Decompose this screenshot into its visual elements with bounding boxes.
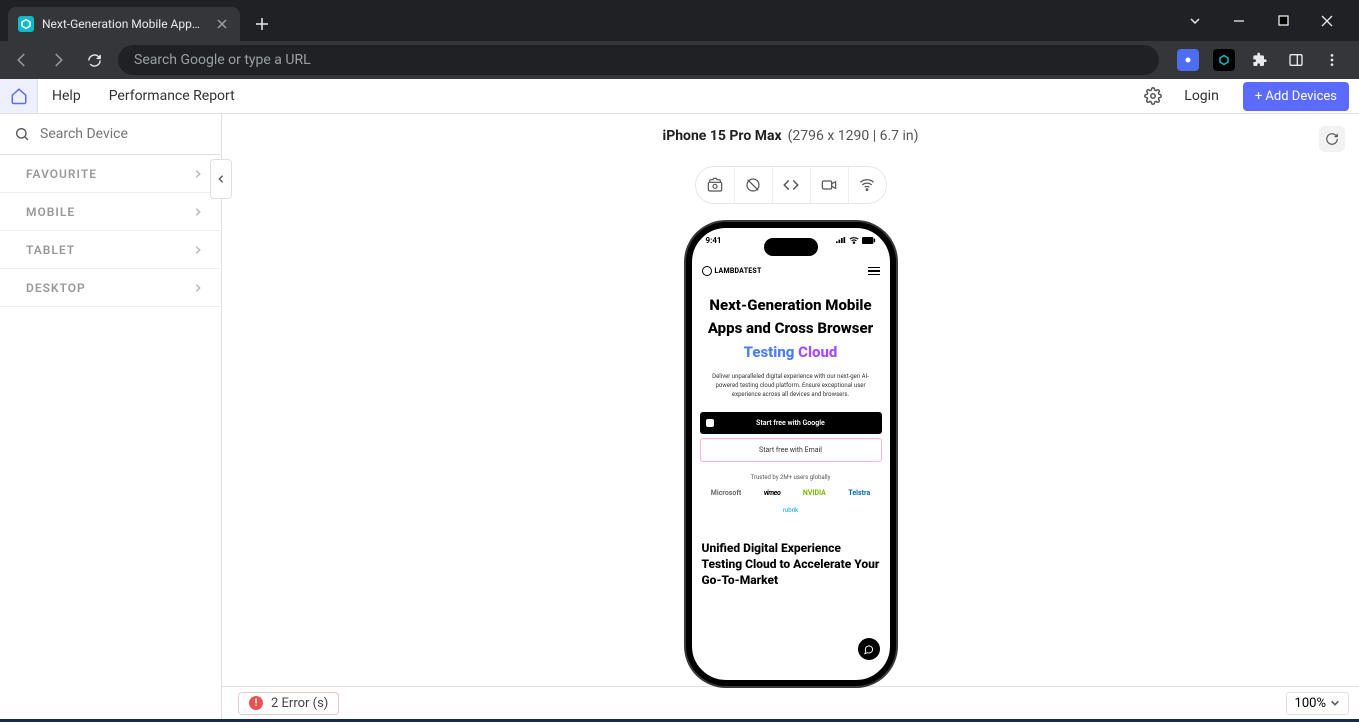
chevron-down-icon <box>1330 698 1340 708</box>
tab-close-icon[interactable] <box>214 16 230 32</box>
sidebar: FAVOURITE MOBILE TABLET DESKTOP <box>0 114 222 719</box>
chevron-right-icon <box>193 169 203 179</box>
phone-site-header: LAMBDATEST <box>700 262 882 284</box>
chevron-right-icon <box>193 283 203 293</box>
phone-frame: 9:41 LAMBDATEST Next-Generation Mobile <box>686 222 896 686</box>
chat-bubble-icon[interactable] <box>858 638 880 660</box>
sidebar-group-label: DESKTOP <box>26 281 86 295</box>
close-window-icon[interactable] <box>1315 9 1339 33</box>
reload-button[interactable] <box>82 48 106 72</box>
refresh-preview-button[interactable] <box>1319 126 1345 152</box>
device-label-row: iPhone 15 Pro Max (2796 x 1290 | 6.7 in) <box>222 122 1359 150</box>
sidebar-group-tablet[interactable]: TABLET <box>0 231 221 269</box>
minimize-icon[interactable] <box>1227 9 1251 33</box>
window-controls <box>1183 0 1359 41</box>
battery-icon <box>862 237 876 244</box>
bottom-bar: ! 2 Error (s) 100% <box>222 686 1359 719</box>
login-link[interactable]: Login <box>1170 79 1233 114</box>
hero-subtitle: Deliver unparalleled digital experience … <box>700 364 882 408</box>
brand-logo-row: Microsoft vimeo NVIDIA Telstra <box>700 489 882 497</box>
sidebar-group-label: FAVOURITE <box>26 167 97 181</box>
search-device-row <box>0 114 221 155</box>
side-panel-icon[interactable] <box>1285 49 1307 71</box>
extension-icon-1[interactable] <box>1177 49 1199 71</box>
omnibox[interactable]: Search Google or type a URL <box>118 45 1159 75</box>
omnibox-placeholder: Search Google or type a URL <box>134 52 311 68</box>
search-device-input[interactable] <box>40 126 218 142</box>
phone-viewport[interactable]: LAMBDATEST Next-Generation Mobile Apps a… <box>692 262 890 680</box>
rotate-button[interactable] <box>734 167 772 203</box>
signal-icon <box>836 237 846 244</box>
device-toolbar <box>222 166 1359 204</box>
device-dimensions: (2796 x 1290 | 6.7 in) <box>788 128 919 144</box>
performance-report-link[interactable]: Performance Report <box>95 79 249 114</box>
unified-heading: Unified Digital Experience Testing Cloud… <box>700 514 882 589</box>
extensions-puzzle-icon[interactable] <box>1249 49 1271 71</box>
tab-favicon-icon <box>18 16 34 32</box>
device-name: iPhone 15 Pro Max <box>662 128 781 144</box>
rubrik-logo: rubrik <box>700 507 882 514</box>
app-header: Help Performance Report Login + Add Devi… <box>0 79 1359 114</box>
start-google-button[interactable]: Start free with Google <box>700 412 882 434</box>
phone-time: 9:41 <box>706 236 722 245</box>
microsoft-logo: Microsoft <box>711 489 741 497</box>
zoom-value: 100% <box>1295 696 1326 711</box>
back-button[interactable] <box>10 48 34 72</box>
browser-menu-icon[interactable] <box>1321 49 1343 71</box>
nvidia-logo: NVIDIA <box>803 489 826 497</box>
tab-title: Next-Generation Mobile Apps an <box>42 17 206 31</box>
lambdatest-logo: LAMBDATEST <box>702 266 762 276</box>
error-count: 2 Error (s) <box>271 696 328 711</box>
phone-status-bar: 9:41 <box>692 236 890 245</box>
forward-button[interactable] <box>46 48 70 72</box>
help-link[interactable]: Help <box>38 79 95 114</box>
record-video-button[interactable] <box>810 167 848 203</box>
screenshot-button[interactable] <box>696 167 734 203</box>
vimeo-logo: vimeo <box>764 489 781 497</box>
devtools-button[interactable] <box>772 167 810 203</box>
settings-gear-icon[interactable] <box>1136 79 1170 113</box>
tab-strip: Next-Generation Mobile Apps an <box>0 0 1359 41</box>
sidebar-group-label: MOBILE <box>26 205 75 219</box>
content-area: iPhone 15 Pro Max (2796 x 1290 | 6.7 in)… <box>222 114 1359 719</box>
google-icon <box>706 419 714 427</box>
hamburger-menu-icon[interactable] <box>868 267 880 276</box>
start-email-button[interactable]: Start free with Email <box>700 438 882 462</box>
trusted-text: Trusted by 2M+ users globally <box>700 474 882 481</box>
sidebar-group-favourite[interactable]: FAVOURITE <box>0 155 221 193</box>
zoom-select[interactable]: 100% <box>1286 692 1349 715</box>
maximize-icon[interactable] <box>1271 9 1295 33</box>
extension-icon-2[interactable] <box>1213 49 1235 71</box>
hero-title: Next-Generation Mobile Apps and Cross Br… <box>700 284 882 364</box>
new-tab-button[interactable] <box>248 10 276 38</box>
error-pill[interactable]: ! 2 Error (s) <box>238 692 339 715</box>
collapse-sidebar-button[interactable] <box>210 159 232 199</box>
wifi-icon <box>849 237 859 244</box>
address-bar: Search Google or type a URL <box>0 41 1359 79</box>
browser-tab[interactable]: Next-Generation Mobile Apps an <box>8 7 240 41</box>
main-area: FAVOURITE MOBILE TABLET DESKTOP iPhone 1… <box>0 114 1359 719</box>
tab-search-icon[interactable] <box>1183 9 1207 33</box>
home-button[interactable] <box>0 79 38 113</box>
telstra-logo: Telstra <box>848 489 870 497</box>
add-devices-button[interactable]: + Add Devices <box>1243 82 1349 111</box>
chevron-right-icon <box>193 245 203 255</box>
search-icon <box>14 126 30 142</box>
network-button[interactable] <box>848 167 886 203</box>
browser-chrome: Next-Generation Mobile Apps an Search Go… <box>0 0 1359 79</box>
chevron-right-icon <box>193 207 203 217</box>
phone-preview-wrap: 9:41 LAMBDATEST Next-Generation Mobile <box>222 222 1359 686</box>
sidebar-group-desktop[interactable]: DESKTOP <box>0 269 221 307</box>
error-badge-icon: ! <box>249 696 263 710</box>
sidebar-group-label: TABLET <box>26 243 75 257</box>
sidebar-group-mobile[interactable]: MOBILE <box>0 193 221 231</box>
